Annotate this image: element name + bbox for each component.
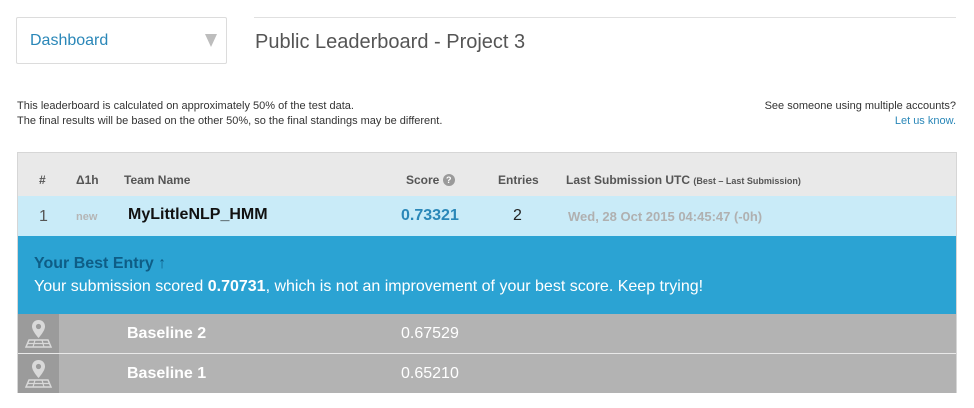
- leaderboard-note: This leaderboard is calculated on approx…: [17, 99, 442, 129]
- dropdown-arrow-icon: [205, 34, 217, 47]
- title-divider: [254, 17, 956, 18]
- note-line-2: The final results will be based on the o…: [17, 115, 443, 127]
- header-score-label: Score: [406, 173, 440, 187]
- best-entry-banner: Your Best Entry ↑ Your submission scored…: [18, 236, 956, 314]
- row-rank: 1: [39, 208, 48, 225]
- note-line-1: This leaderboard is calculated on approx…: [17, 100, 354, 112]
- header-rank: #: [39, 173, 46, 187]
- best-entry-score: 0.70731: [207, 278, 266, 295]
- map-pin-icon: [18, 354, 59, 393]
- row-entries: 2: [513, 207, 522, 224]
- dashboard-dropdown[interactable]: Dashboard: [16, 17, 227, 64]
- best-entry-msg-prefix: Your submission scored: [34, 278, 208, 295]
- report-question: See someone using multiple accounts?: [764, 100, 956, 112]
- report-note: See someone using multiple accounts? Let…: [765, 99, 956, 129]
- baseline-score: 0.67529: [401, 325, 459, 342]
- dashboard-label: Dashboard: [30, 32, 109, 49]
- header-delta: Δ1h: [76, 173, 99, 187]
- baseline-score: 0.65210: [401, 365, 459, 382]
- report-link[interactable]: Let us know.: [895, 115, 956, 127]
- page-title: Public Leaderboard - Project 3: [255, 31, 526, 53]
- row-team-name[interactable]: MyLittleNLP_HMM: [128, 206, 268, 224]
- header-team[interactable]: Team Name: [124, 173, 190, 187]
- map-pin-icon: [18, 314, 59, 353]
- leaderboard-table: # Δ1h Team Name Score ? Entries Last Sub…: [17, 152, 957, 393]
- header-last-submission[interactable]: Last Submission UTC (Best – Last Submiss…: [566, 173, 801, 187]
- header-last-sub: (Best – Last Submission): [693, 176, 801, 186]
- row-last-submission: Wed, 28 Oct 2015 04:45:47 (-0h): [568, 209, 763, 224]
- baseline-name: Baseline 2: [127, 325, 207, 342]
- table-row-baseline[interactable]: Baseline 2 0.67529: [18, 314, 956, 353]
- best-entry-message: Your submission scored 0.70731, which is…: [34, 278, 703, 296]
- header-score[interactable]: Score ?: [406, 173, 455, 187]
- baseline-name: Baseline 1: [127, 365, 207, 382]
- row-delta: new: [76, 211, 98, 223]
- table-row-current-team[interactable]: 1 new MyLittleNLP_HMM 0.73321 2 Wed, 28 …: [18, 196, 956, 236]
- best-entry-msg-suffix: , which is not an improvement of your be…: [265, 278, 704, 295]
- help-icon[interactable]: ?: [442, 174, 455, 186]
- header-entries[interactable]: Entries: [498, 173, 539, 187]
- header-last-label: Last Submission UTC: [566, 173, 691, 187]
- best-entry-heading: Your Best Entry ↑: [34, 255, 167, 272]
- row-score: 0.73321: [401, 207, 459, 224]
- table-row-baseline[interactable]: Baseline 1 0.65210: [18, 354, 956, 393]
